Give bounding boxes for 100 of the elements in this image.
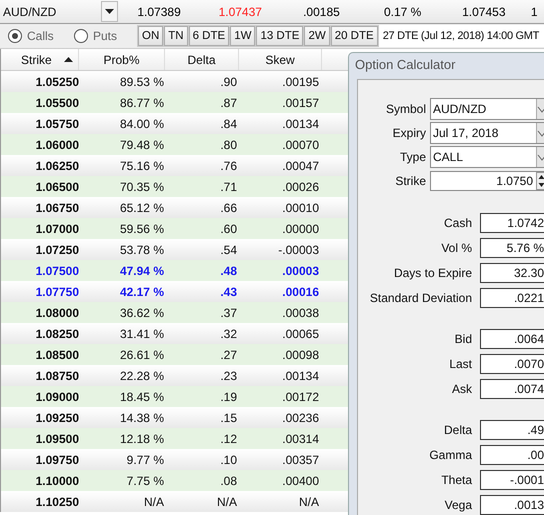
table-cell-text: .00026 [281, 180, 319, 194]
table-cell-text: .00003 [281, 264, 319, 278]
dropdown-field[interactable]: Jul 17, 2018 [430, 122, 544, 144]
field-label: Vol % [441, 240, 472, 254]
table-cell-text: 1.05750 [34, 116, 79, 130]
table-cell-text: 1.07250 [34, 242, 79, 256]
table-cell-text: 70.35 % [118, 180, 164, 194]
expiry-button[interactable]: TN [164, 26, 188, 46]
value-field[interactable]: -.0001 [480, 470, 544, 490]
quote-value: 0.17 % [382, 4, 422, 18]
table-row[interactable]: 1.09750 9.77 % .10 .00357 [1, 449, 348, 470]
table-row[interactable]: 1.07750 42.17 % .43 .00016 [1, 281, 348, 302]
table-cell-text: .00016 [281, 284, 319, 298]
table-cell-text: 1.09750 [34, 452, 79, 466]
table-row[interactable]: 1.08750 22.28 % .23 .00134 [1, 365, 348, 386]
table-row[interactable]: 1.09000 18.45 % .19 .00172 [1, 386, 348, 407]
table-row[interactable]: 1.06500 70.35 % .71 .00026 [1, 176, 348, 197]
dropdown-field[interactable]: AUD/NZD [430, 98, 544, 120]
table-cell-text: 1.09250 [34, 410, 79, 424]
table-cell-text: 7.75 % [126, 474, 164, 488]
column-header[interactable]: Delta [165, 49, 239, 70]
table-cell-text: .32 [219, 326, 237, 340]
table-row[interactable]: 1.07000 59.56 % .60 .00000 [1, 218, 348, 239]
symbol-dropdown-button[interactable] [100, 1, 118, 22]
table-cell-text: 1.06250 [34, 158, 79, 172]
table-cell-text: .00236 [281, 410, 319, 424]
value-field[interactable]: .0221 [480, 288, 544, 308]
table-cell-text: .00065 [281, 326, 319, 340]
value-field[interactable]: 32.30 [480, 262, 544, 282]
table-cell-text: .27 [219, 348, 237, 362]
table-cell-text: .00195 [281, 74, 319, 88]
column-header[interactable]: Prob% [79, 49, 165, 70]
table-cell-text: .10 [219, 452, 237, 466]
value-field[interactable]: .00 [480, 444, 544, 464]
table-cell-text: 9.77 % [126, 452, 164, 466]
table-cell-text: .00134 [281, 116, 319, 130]
table-cell-text: 1.08500 [34, 348, 79, 362]
table-row[interactable]: 1.10250 N/A N/A N/A [1, 491, 348, 512]
table-cell-text: .48 [219, 264, 237, 278]
expiry-button[interactable]: 20 DTE [330, 26, 378, 46]
table-cell-text: 1.06000 [34, 138, 79, 152]
table-cell-text: .00314 [281, 432, 319, 446]
field-label: Delta [444, 422, 472, 436]
spinner-arrows-icon[interactable] [536, 172, 544, 190]
table-cell-text: .43 [219, 284, 237, 298]
table-row[interactable]: 1.05250 89.53 % .90 .00195 [1, 71, 348, 92]
value-field[interactable]: .0074 [480, 378, 544, 398]
table-row[interactable]: 1.05500 86.77 % .87 .00157 [1, 92, 348, 113]
expiry-button[interactable]: 1W [230, 26, 256, 46]
table-row[interactable]: 1.07250 53.78 % .54 -.00003 [1, 239, 348, 260]
value-field[interactable]: .0070 [480, 354, 544, 374]
value-field[interactable]: .0064 [480, 328, 544, 348]
table-cell-text: .00357 [281, 452, 319, 466]
table-cell-text: 12.18 % [118, 432, 164, 446]
field-label: Type [400, 150, 426, 164]
table-cell-text: 84.00 % [118, 116, 164, 130]
expiry-button[interactable]: 6 DTE [188, 26, 230, 46]
table-row[interactable]: 1.08500 26.61 % .27 .00098 [1, 344, 348, 365]
table-cell-text: 42.17 % [118, 284, 164, 298]
table-row[interactable]: 1.08000 36.62 % .37 .00038 [1, 302, 348, 323]
table-row[interactable]: 1.06000 79.48 % .80 .00070 [1, 134, 348, 155]
value-field[interactable]: 1.0742 [480, 212, 544, 232]
value-field[interactable]: .49 [480, 420, 544, 440]
table-row[interactable]: 1.10000 7.75 % .08 .00400 [1, 470, 348, 491]
column-header[interactable]: Skew [239, 49, 322, 70]
table-row[interactable]: 1.06750 65.12 % .66 .00010 [1, 197, 348, 218]
table-cell-text: 59.56 % [118, 222, 164, 236]
table-cell-text: 1.07500 [34, 264, 79, 278]
table-row[interactable]: 1.09250 14.38 % .15 .00236 [1, 407, 348, 428]
field-label: Theta [441, 472, 472, 486]
table-row[interactable]: 1.06250 75.16 % .76 .00047 [1, 155, 348, 176]
expiry-button[interactable]: ON [138, 26, 164, 46]
table-row[interactable]: 1.08250 31.41 % .32 .00065 [1, 323, 348, 344]
table-cell-text: 1.05250 [34, 74, 79, 88]
expiry-button[interactable]: 2W [304, 26, 330, 46]
field-label: Cash [444, 216, 472, 230]
table-row[interactable]: 1.05750 84.00 % .84 .00134 [1, 113, 348, 134]
field-label: Last [449, 356, 472, 370]
field-label: Gamma [429, 448, 472, 462]
dropdown-field[interactable]: CALL [430, 146, 544, 168]
column-header[interactable]: Strike [1, 49, 79, 70]
table-cell-text: .87 [219, 96, 237, 110]
table-cell-text: 22.28 % [118, 368, 164, 382]
table-cell-text: N/A [216, 494, 237, 508]
table-cell-text: .00038 [281, 306, 319, 320]
quote-value: 1.07437 [218, 4, 263, 18]
option-type-radio[interactable]: Calls [0, 29, 66, 43]
option-type-radio[interactable]: Puts [66, 29, 132, 43]
table-cell-text: .90 [219, 74, 237, 88]
value-field[interactable]: .0013 [480, 494, 544, 514]
expiry-field[interactable]: 27 DTE (Jul 12, 2018) 14:00 GMT [378, 25, 544, 47]
expiry-button[interactable]: 13 DTE [256, 26, 304, 46]
table-cell-text: .00010 [281, 200, 319, 214]
table-cell-text: .00070 [281, 138, 319, 152]
table-cell-text: 1.06500 [34, 180, 79, 194]
value-field[interactable]: 5.76 % [480, 238, 544, 258]
table-row[interactable]: 1.07500 47.94 % .48 .00003 [1, 260, 348, 281]
spinner-field[interactable]: 1.0750 [430, 171, 544, 191]
table-row[interactable]: 1.09500 12.18 % .12 .00314 [1, 428, 348, 449]
table-cell-text: .00400 [281, 474, 319, 488]
